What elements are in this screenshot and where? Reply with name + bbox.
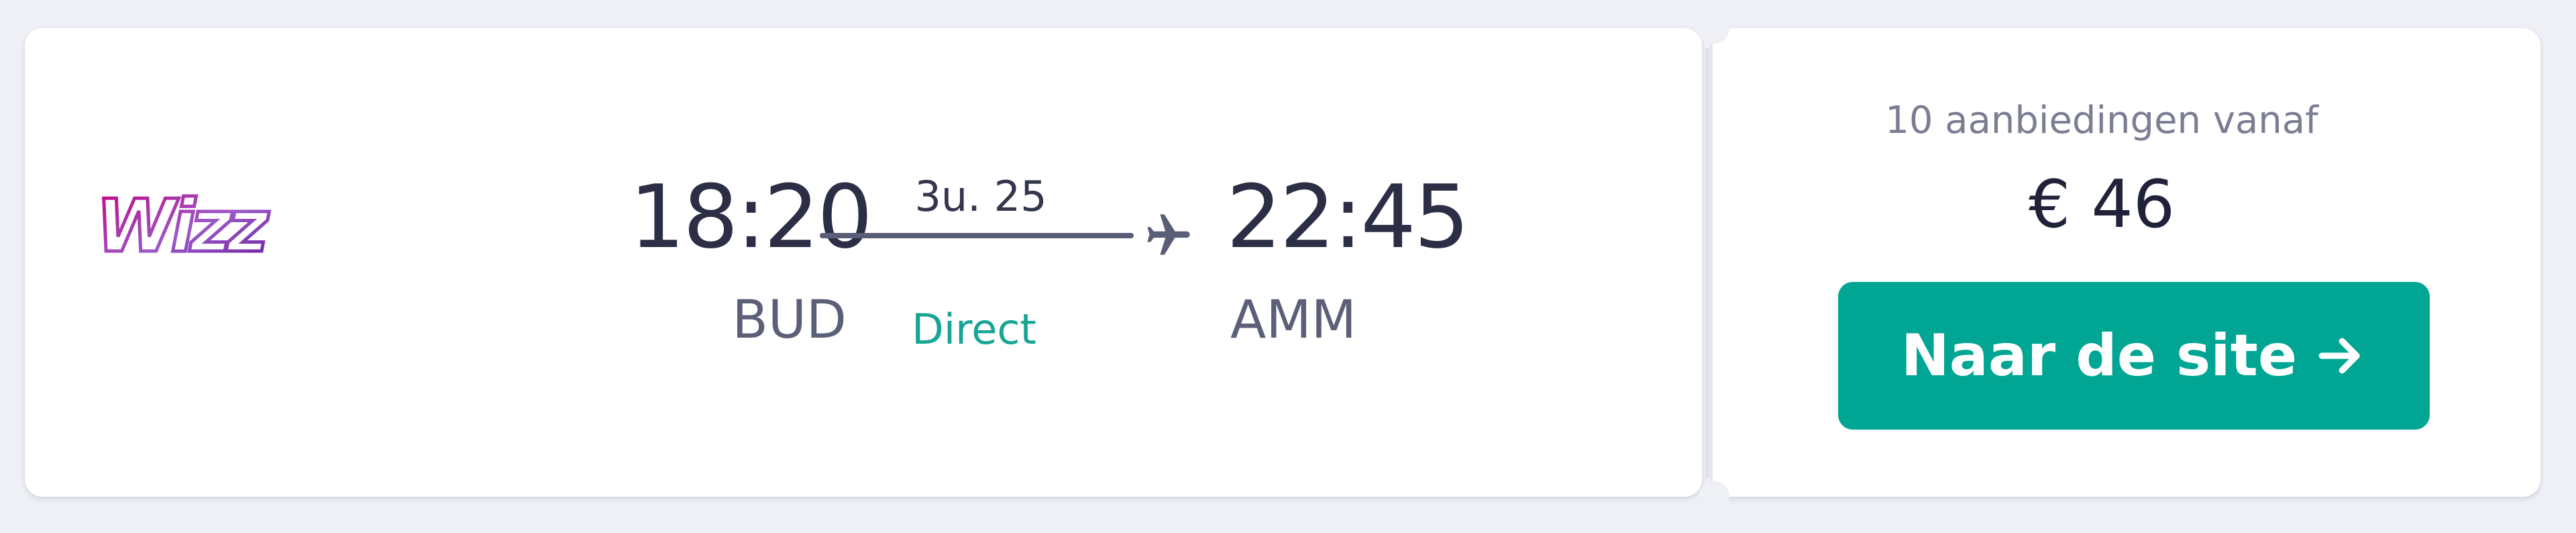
offers-count: 10 aanbiedingen vanaf bbox=[1885, 99, 2318, 142]
arrow-right-icon bbox=[2318, 338, 2360, 374]
price: € 46 bbox=[2028, 166, 2176, 243]
stops-label: Direct bbox=[912, 305, 1036, 354]
ticket-notch-top bbox=[1699, 13, 1729, 44]
plane-icon bbox=[1147, 214, 1190, 255]
arrival-time: 22:45 bbox=[1226, 166, 1470, 268]
go-to-site-label: Naar de site bbox=[1900, 322, 2298, 389]
airline-logo: Wizz bbox=[95, 183, 277, 271]
flight-duration: 3u. 25 bbox=[914, 172, 1047, 221]
go-to-site-button[interactable]: Naar de site bbox=[1838, 282, 2430, 430]
route-line bbox=[820, 233, 1134, 238]
arrival-airport: AMM bbox=[1230, 290, 1356, 350]
ticket-notch-bottom bbox=[1699, 481, 1729, 512]
airline-logo-text: Wizz bbox=[96, 185, 270, 269]
